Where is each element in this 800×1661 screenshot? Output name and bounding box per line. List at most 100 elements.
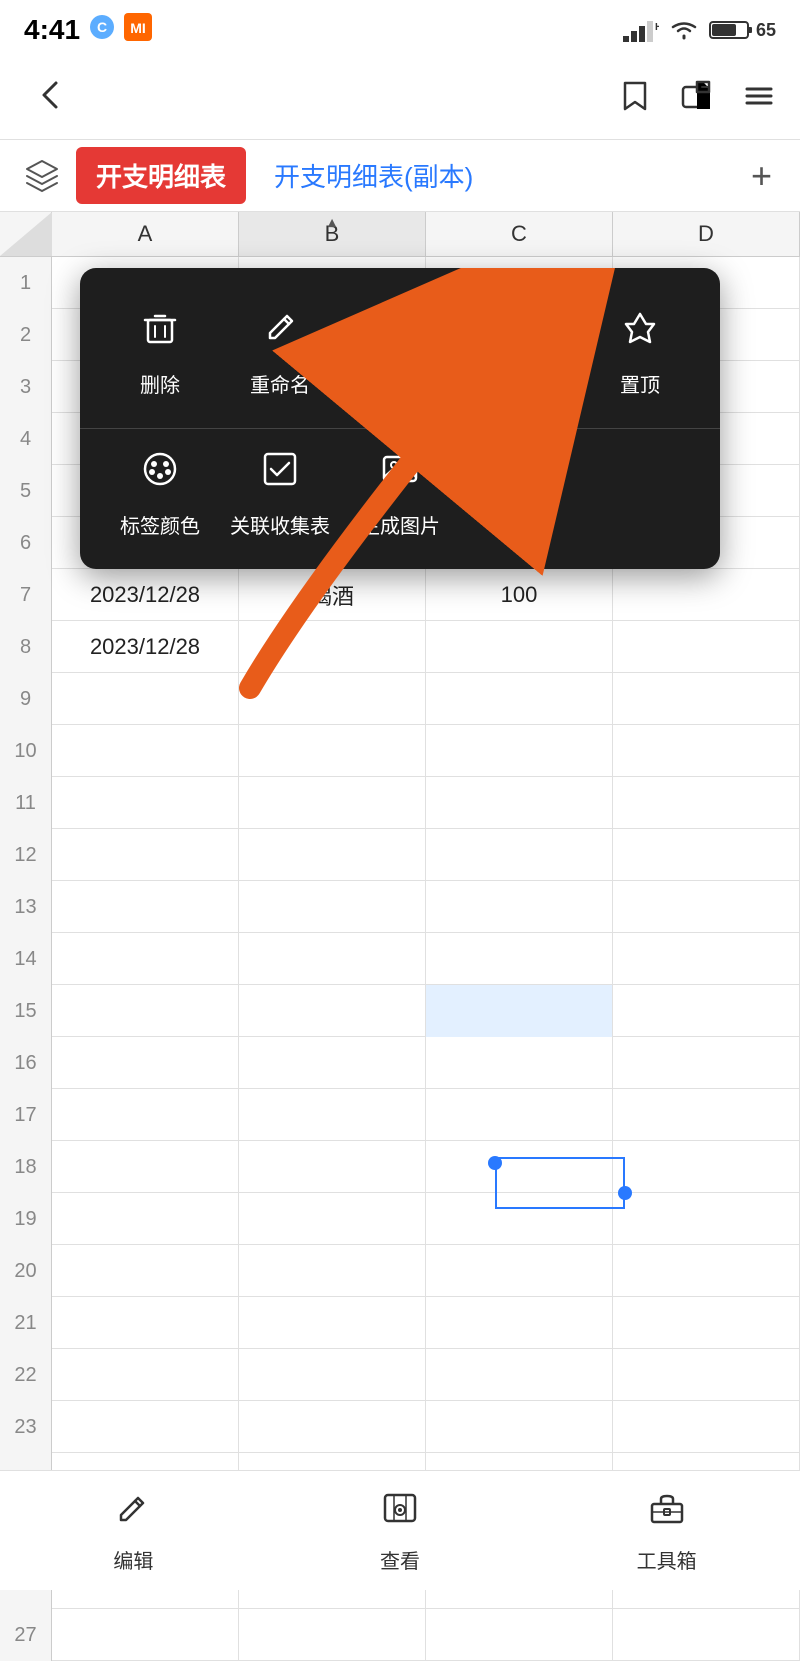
menu-item-hide[interactable]: 隐藏 xyxy=(460,298,580,408)
table-cell[interactable] xyxy=(613,725,800,777)
table-cell[interactable] xyxy=(239,777,426,829)
table-cell[interactable] xyxy=(426,1349,613,1401)
table-cell[interactable] xyxy=(613,1609,800,1661)
table-cell[interactable] xyxy=(239,1609,426,1661)
table-cell[interactable] xyxy=(613,881,800,933)
back-button[interactable] xyxy=(24,69,76,130)
table-row: 12 xyxy=(0,829,800,881)
table-cell[interactable] xyxy=(239,621,426,673)
menu-item-pin[interactable]: 置顶 xyxy=(580,298,700,408)
table-cell[interactable] xyxy=(613,1037,800,1089)
menu-item-link-collection[interactable]: 关联收集表 xyxy=(220,439,340,549)
table-cell[interactable] xyxy=(52,881,239,933)
table-cell[interactable] xyxy=(426,1297,613,1349)
table-cell[interactable] xyxy=(52,1089,239,1141)
table-cell[interactable] xyxy=(239,725,426,777)
edit-button[interactable]: 编辑 xyxy=(0,1488,267,1574)
table-cell[interactable] xyxy=(426,1401,613,1453)
table-cell[interactable] xyxy=(426,1245,613,1297)
table-cell[interactable]: 100 xyxy=(426,569,613,621)
col-header-a[interactable]: A xyxy=(52,212,239,256)
table-cell[interactable] xyxy=(52,1609,239,1661)
table-cell[interactable] xyxy=(52,1193,239,1245)
table-cell[interactable] xyxy=(239,881,426,933)
menu-item-delete[interactable]: 删除 xyxy=(100,298,220,408)
layers-button[interactable] xyxy=(16,150,68,202)
tab-inactive-sheet[interactable]: 开支明细表(副本) xyxy=(254,147,493,204)
col-header-d[interactable]: D xyxy=(613,212,800,256)
table-cell[interactable] xyxy=(613,1349,800,1401)
table-cell[interactable] xyxy=(52,1037,239,1089)
table-cell[interactable] xyxy=(239,1349,426,1401)
table-cell[interactable] xyxy=(239,1245,426,1297)
table-cell[interactable] xyxy=(52,1141,239,1193)
table-cell[interactable] xyxy=(426,1193,613,1245)
table-cell[interactable] xyxy=(613,1297,800,1349)
table-cell[interactable] xyxy=(239,1193,426,1245)
toolbox-button[interactable]: 工具箱 xyxy=(533,1488,800,1574)
menu-button[interactable] xyxy=(742,79,776,121)
table-cell[interactable] xyxy=(426,777,613,829)
table-cell[interactable] xyxy=(613,1089,800,1141)
table-cell[interactable] xyxy=(426,673,613,725)
table-cell[interactable] xyxy=(239,1037,426,1089)
table-cell[interactable] xyxy=(426,1037,613,1089)
menu-item-rename[interactable]: 重命名 xyxy=(220,298,340,408)
row-number: 14 xyxy=(0,933,52,985)
menu-item-tag-color[interactable]: 标签颜色 xyxy=(100,439,220,549)
table-cell[interactable] xyxy=(52,1349,239,1401)
table-cell[interactable] xyxy=(613,985,800,1037)
table-cell[interactable] xyxy=(613,569,800,621)
table-cell[interactable]: 2023/12/28 xyxy=(52,621,239,673)
view-button[interactable]: 查看 xyxy=(267,1488,534,1574)
menu-item-copy[interactable]: 复制 xyxy=(340,298,460,408)
table-row: 13 xyxy=(0,881,800,933)
share-button[interactable] xyxy=(680,79,714,121)
table-cell[interactable] xyxy=(426,829,613,881)
table-cell[interactable] xyxy=(426,1141,613,1193)
table-cell[interactable] xyxy=(52,777,239,829)
table-cell[interactable] xyxy=(52,985,239,1037)
table-cell[interactable] xyxy=(239,829,426,881)
table-cell[interactable]: 2023/12/28 xyxy=(52,569,239,621)
table-cell[interactable] xyxy=(52,1297,239,1349)
table-cell[interactable] xyxy=(52,673,239,725)
table-cell[interactable] xyxy=(613,933,800,985)
tab-active-sheet[interactable]: 开支明细表 xyxy=(76,147,246,204)
table-cell[interactable] xyxy=(426,881,613,933)
table-cell[interactable] xyxy=(613,829,800,881)
table-cell[interactable] xyxy=(613,673,800,725)
table-cell[interactable] xyxy=(426,985,613,1037)
table-cell[interactable] xyxy=(613,777,800,829)
table-cell[interactable] xyxy=(52,725,239,777)
table-cell[interactable] xyxy=(239,1141,426,1193)
table-cell[interactable] xyxy=(52,1245,239,1297)
table-cell[interactable] xyxy=(613,1141,800,1193)
table-cell[interactable] xyxy=(426,621,613,673)
table-cell[interactable] xyxy=(52,1401,239,1453)
table-cell[interactable] xyxy=(613,1245,800,1297)
table-cell[interactable] xyxy=(613,621,800,673)
table-cell[interactable] xyxy=(426,1089,613,1141)
table-cell[interactable] xyxy=(52,829,239,881)
table-cell[interactable] xyxy=(239,933,426,985)
table-cell[interactable] xyxy=(239,985,426,1037)
menu-item-link-collection-label: 关联收集表 xyxy=(230,510,330,539)
bookmark-button[interactable] xyxy=(618,79,652,121)
table-cell[interactable] xyxy=(52,933,239,985)
table-cell[interactable] xyxy=(239,673,426,725)
table-cell[interactable] xyxy=(613,1401,800,1453)
table-cell[interactable] xyxy=(239,1297,426,1349)
table-cell[interactable] xyxy=(613,1193,800,1245)
table-cell[interactable] xyxy=(239,1401,426,1453)
table-cell[interactable] xyxy=(426,1609,613,1661)
table-cell[interactable] xyxy=(426,725,613,777)
add-sheet-button[interactable]: + xyxy=(739,147,784,205)
menu-item-pin-label: 置顶 xyxy=(620,369,660,398)
table-cell[interactable] xyxy=(239,1089,426,1141)
menu-item-generate-image[interactable]: 生成图片 xyxy=(340,439,460,549)
table-cell[interactable] xyxy=(426,933,613,985)
col-header-b[interactable]: B ▲ xyxy=(239,212,426,256)
col-header-c[interactable]: C xyxy=(426,212,613,256)
table-cell[interactable]: 喝酒 xyxy=(239,569,426,621)
